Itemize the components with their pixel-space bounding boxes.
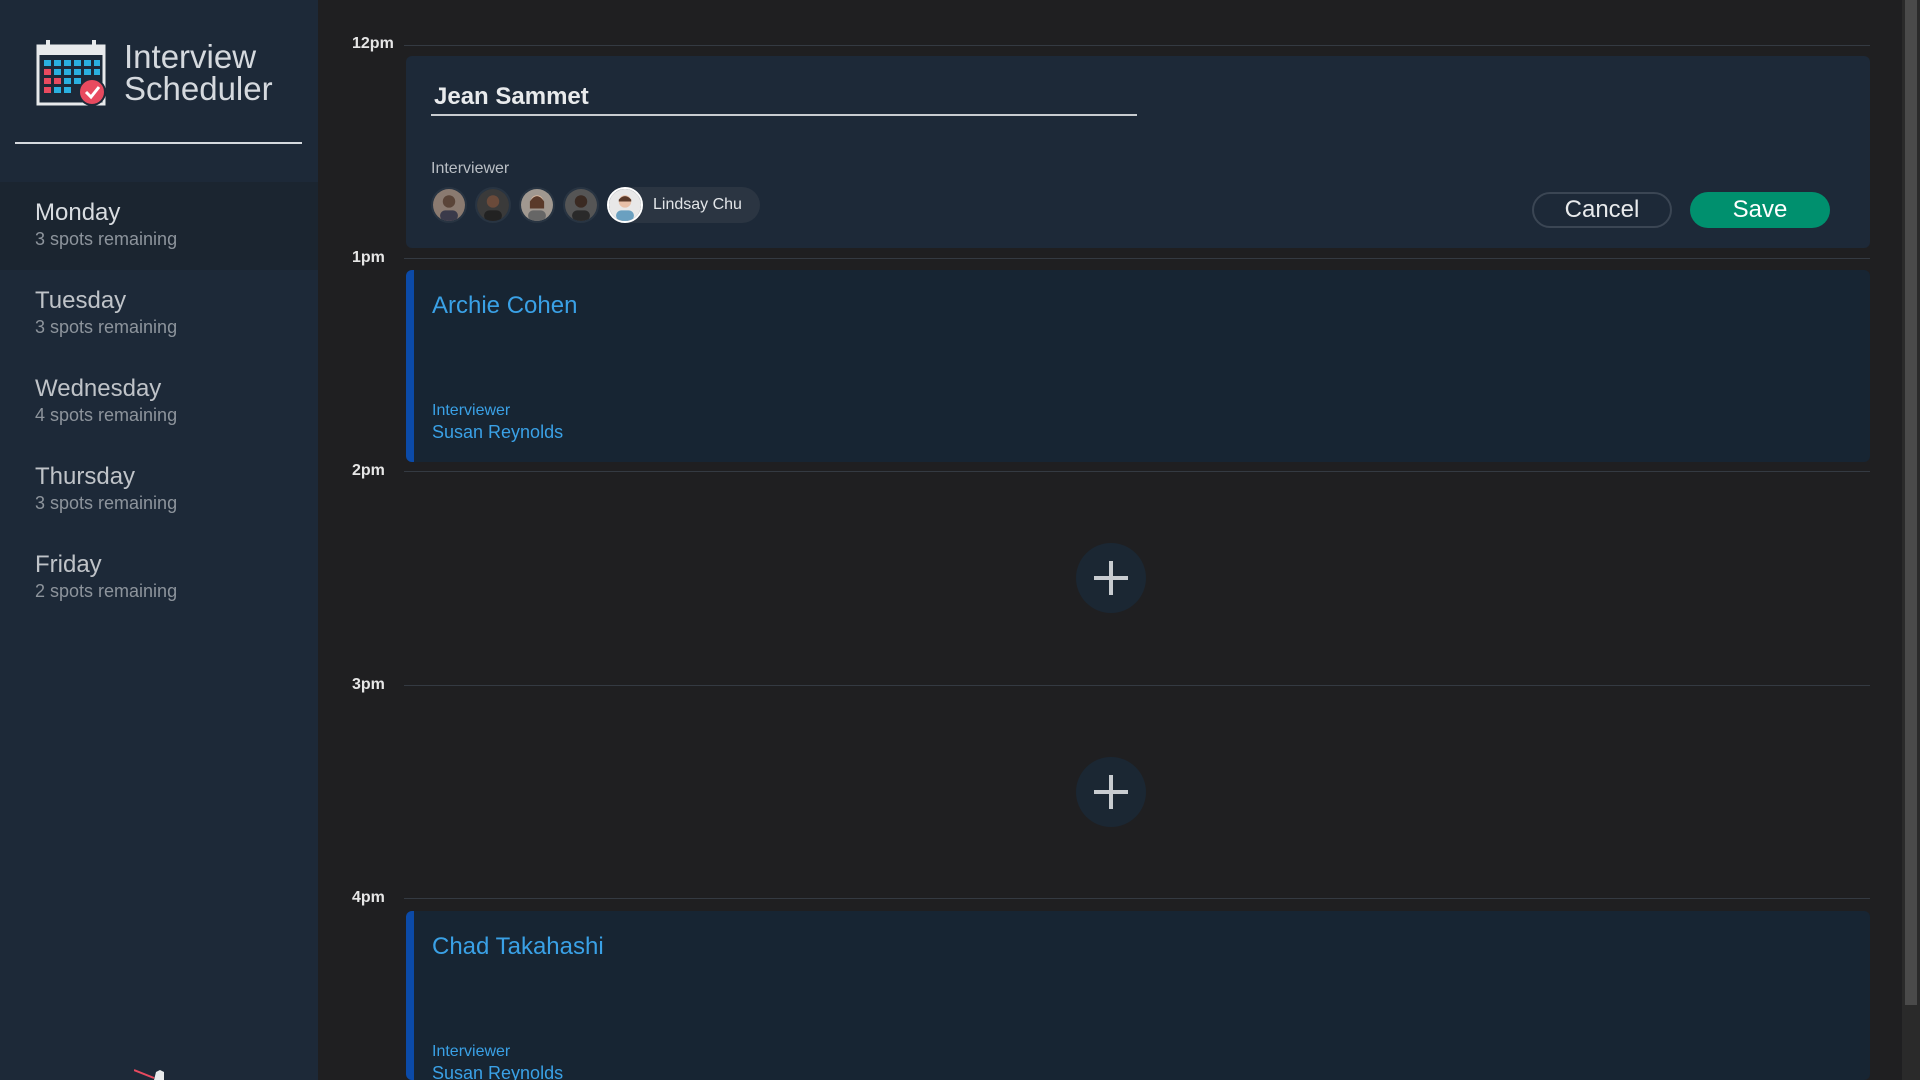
scrollbar-thumb[interactable] bbox=[1905, 0, 1917, 1005]
interviewer-name: Susan Reynolds bbox=[432, 1063, 564, 1080]
sidebar: Interview Scheduler Monday 3 spots remai… bbox=[0, 0, 318, 1080]
hour-label: 1pm bbox=[352, 249, 385, 266]
day-item-tuesday[interactable]: Tuesday 3 spots remaining bbox=[0, 270, 318, 358]
avatar-icon bbox=[477, 189, 509, 221]
day-name: Tuesday bbox=[35, 287, 127, 314]
add-appointment-button[interactable] bbox=[1076, 757, 1146, 827]
hour-divider bbox=[404, 685, 1870, 686]
hour-label: 2pm bbox=[352, 462, 385, 479]
appointment-card[interactable]: Archie Cohen Interviewer Susan Reynolds bbox=[406, 270, 1870, 462]
app-title: Interview Scheduler bbox=[124, 38, 273, 107]
day-spots: 3 spots remaining bbox=[35, 493, 178, 513]
interviewer-avatar[interactable] bbox=[563, 187, 599, 223]
day-item-thursday[interactable]: Thursday 3 spots remaining bbox=[0, 446, 318, 534]
interviewer-label: Interviewer bbox=[432, 1043, 511, 1060]
student-name-input[interactable] bbox=[431, 80, 1137, 116]
hour-label: 4pm bbox=[352, 889, 385, 906]
logo: Interview Scheduler bbox=[36, 38, 273, 108]
interviewer-avatar[interactable] bbox=[519, 187, 555, 223]
plus-icon bbox=[1094, 561, 1128, 595]
hour-label: 3pm bbox=[352, 676, 385, 693]
app: Interview Scheduler Monday 3 spots remai… bbox=[0, 0, 1920, 1080]
day-name: Wednesday bbox=[35, 375, 162, 402]
interviewer-list: Lindsay Chu bbox=[431, 187, 760, 223]
interviewer-avatar[interactable] bbox=[475, 187, 511, 223]
day-item-monday[interactable]: Monday 3 spots remaining bbox=[0, 182, 318, 270]
appointment-card[interactable]: Chad Takahashi Interviewer Susan Reynold… bbox=[406, 911, 1870, 1080]
schedule: 12pm 1pm 2pm 3pm 4pm Interviewer bbox=[318, 0, 1902, 1080]
day-name: Monday bbox=[35, 199, 121, 226]
avatar-icon bbox=[433, 189, 465, 221]
interviewer-label: Interviewer bbox=[431, 160, 510, 177]
interviewer-avatar bbox=[607, 187, 643, 223]
avatar-icon bbox=[609, 189, 641, 221]
interviewer-avatar[interactable] bbox=[431, 187, 467, 223]
calendar-check-icon bbox=[36, 40, 106, 106]
hour-divider bbox=[404, 45, 1870, 46]
student-name: Chad Takahashi bbox=[432, 933, 604, 960]
hour-label: 12pm bbox=[352, 35, 394, 52]
appointment-form: Interviewer Lindsay Chu bbox=[406, 56, 1870, 248]
day-spots: 3 spots remaining bbox=[35, 317, 178, 337]
day-spots: 2 spots remaining bbox=[35, 581, 178, 601]
selected-interviewer-name: Lindsay Chu bbox=[653, 196, 742, 213]
day-name: Thursday bbox=[35, 463, 136, 490]
sidebar-divider bbox=[15, 142, 302, 144]
plus-icon bbox=[1094, 775, 1128, 809]
hour-divider bbox=[404, 898, 1870, 899]
student-name: Archie Cohen bbox=[432, 292, 578, 319]
interviewer-name: Susan Reynolds bbox=[432, 422, 564, 442]
hour-divider bbox=[404, 258, 1870, 259]
day-name: Friday bbox=[35, 551, 102, 578]
avatar-icon bbox=[521, 189, 553, 221]
day-list: Monday 3 spots remaining Tuesday 3 spots… bbox=[0, 182, 318, 622]
day-item-friday[interactable]: Friday 2 spots remaining bbox=[0, 534, 318, 622]
add-appointment-button[interactable] bbox=[1076, 543, 1146, 613]
selected-interviewer[interactable]: Lindsay Chu bbox=[607, 187, 760, 223]
save-button[interactable]: Save bbox=[1690, 192, 1830, 228]
scrollbar[interactable] bbox=[1902, 0, 1920, 1080]
hour-divider bbox=[404, 471, 1870, 472]
day-item-wednesday[interactable]: Wednesday 4 spots remaining bbox=[0, 358, 318, 446]
mascot-icon bbox=[134, 1069, 164, 1080]
day-spots: 4 spots remaining bbox=[35, 405, 178, 425]
avatar-icon bbox=[565, 189, 597, 221]
day-spots: 3 spots remaining bbox=[35, 229, 178, 249]
cancel-button[interactable]: Cancel bbox=[1532, 192, 1672, 228]
interviewer-label: Interviewer bbox=[432, 402, 511, 419]
